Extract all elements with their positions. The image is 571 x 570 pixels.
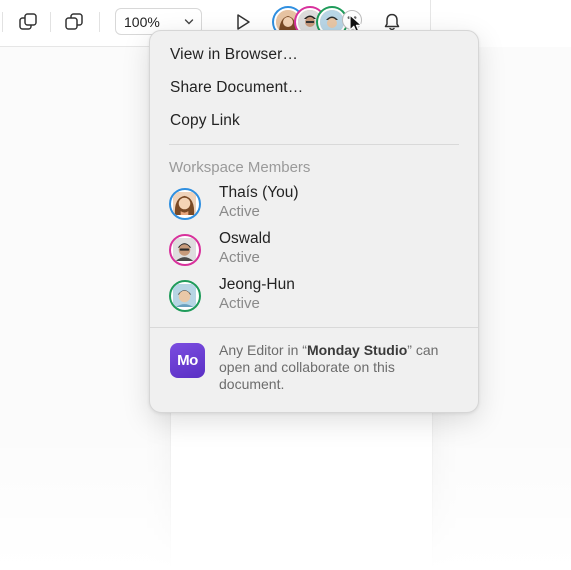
member-name: Jeong-Hun [219, 276, 295, 293]
member-row: Jeong-Hun Active [169, 276, 459, 322]
view-in-browser-item[interactable]: View in Browser… [170, 46, 298, 64]
zoom-value: 100% [124, 14, 160, 30]
duplicate-alt-icon[interactable] [64, 12, 84, 32]
member-avatar [169, 234, 201, 266]
workspace-access-note: Any Editor in “Monday Studio” can open a… [219, 342, 459, 393]
member-row: Oswald Active [169, 230, 459, 276]
member-row: Thaís (You) Active [169, 184, 459, 230]
menu-divider [169, 144, 459, 145]
member-name: Oswald [219, 230, 271, 247]
avatar-portrait-icon [173, 192, 196, 215]
toolbar-divider [99, 12, 100, 32]
play-icon[interactable] [233, 12, 253, 32]
access-note-prefix: Any Editor in “ [219, 342, 307, 358]
member-status: Active [219, 249, 260, 266]
share-document-item[interactable]: Share Document… [170, 79, 303, 97]
duplicate-icon[interactable] [18, 12, 38, 32]
chevron-down-icon [184, 19, 194, 25]
member-status: Active [219, 203, 260, 220]
copy-link-item[interactable]: Copy Link [170, 112, 240, 130]
avatar-portrait-icon [173, 238, 196, 261]
toolbar-divider [50, 12, 51, 32]
member-name: Thaís (You) [219, 184, 299, 201]
member-avatar [169, 188, 201, 220]
toolbar-divider [2, 12, 3, 32]
bottom-fade [0, 430, 571, 570]
member-avatar [169, 280, 201, 312]
workspace-name: Monday Studio [306, 342, 408, 358]
workspace-members-header: Workspace Members [169, 159, 311, 176]
share-popover: View in Browser… Share Document… Copy Li… [149, 30, 479, 413]
avatar-portrait-icon [173, 284, 196, 307]
footer-divider [150, 327, 478, 328]
bell-icon[interactable] [382, 12, 402, 32]
member-status: Active [219, 295, 260, 312]
workspace-logo: Mo [170, 343, 205, 378]
